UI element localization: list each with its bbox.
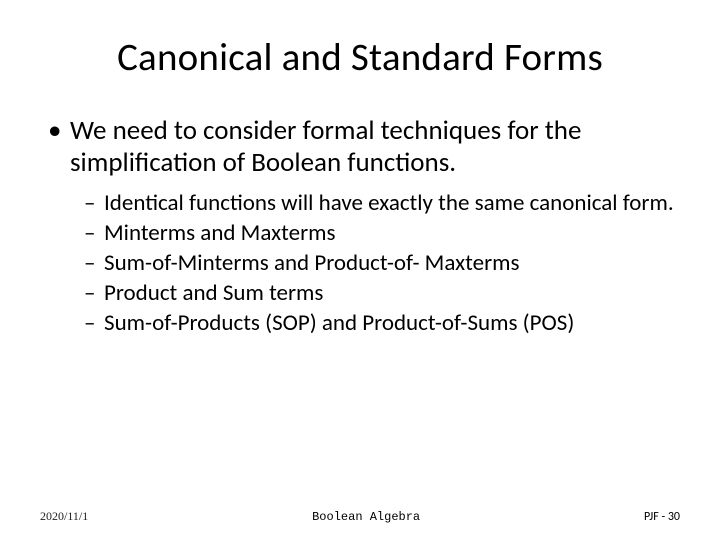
slide: Canonical and Standard Forms We need to … [0,0,720,540]
bullet-sub: Minterms and Maxterms [84,219,680,247]
footer-page: PJF - 30 [644,510,680,524]
footer: 2020/11/1 Boolean Algebra PJF - 30 [0,509,720,524]
slide-title: Canonical and Standard Forms [40,34,680,81]
bullet-sub: Product and Sum terms [84,279,680,307]
sub-bullet-group: Identical functions will have exactly th… [40,189,680,337]
footer-subject: Boolean Algebra [88,510,644,524]
bullet-sub: Sum-of-Products (SOP) and Product-of-Sum… [84,309,680,337]
bullet-main: We need to consider formal techniques fo… [46,115,680,179]
bullet-sub: Identical functions will have exactly th… [84,189,680,217]
footer-date: 2020/11/1 [40,509,88,524]
bullet-sub: Sum-of-Minterms and Product-of- Maxterms [84,249,680,277]
